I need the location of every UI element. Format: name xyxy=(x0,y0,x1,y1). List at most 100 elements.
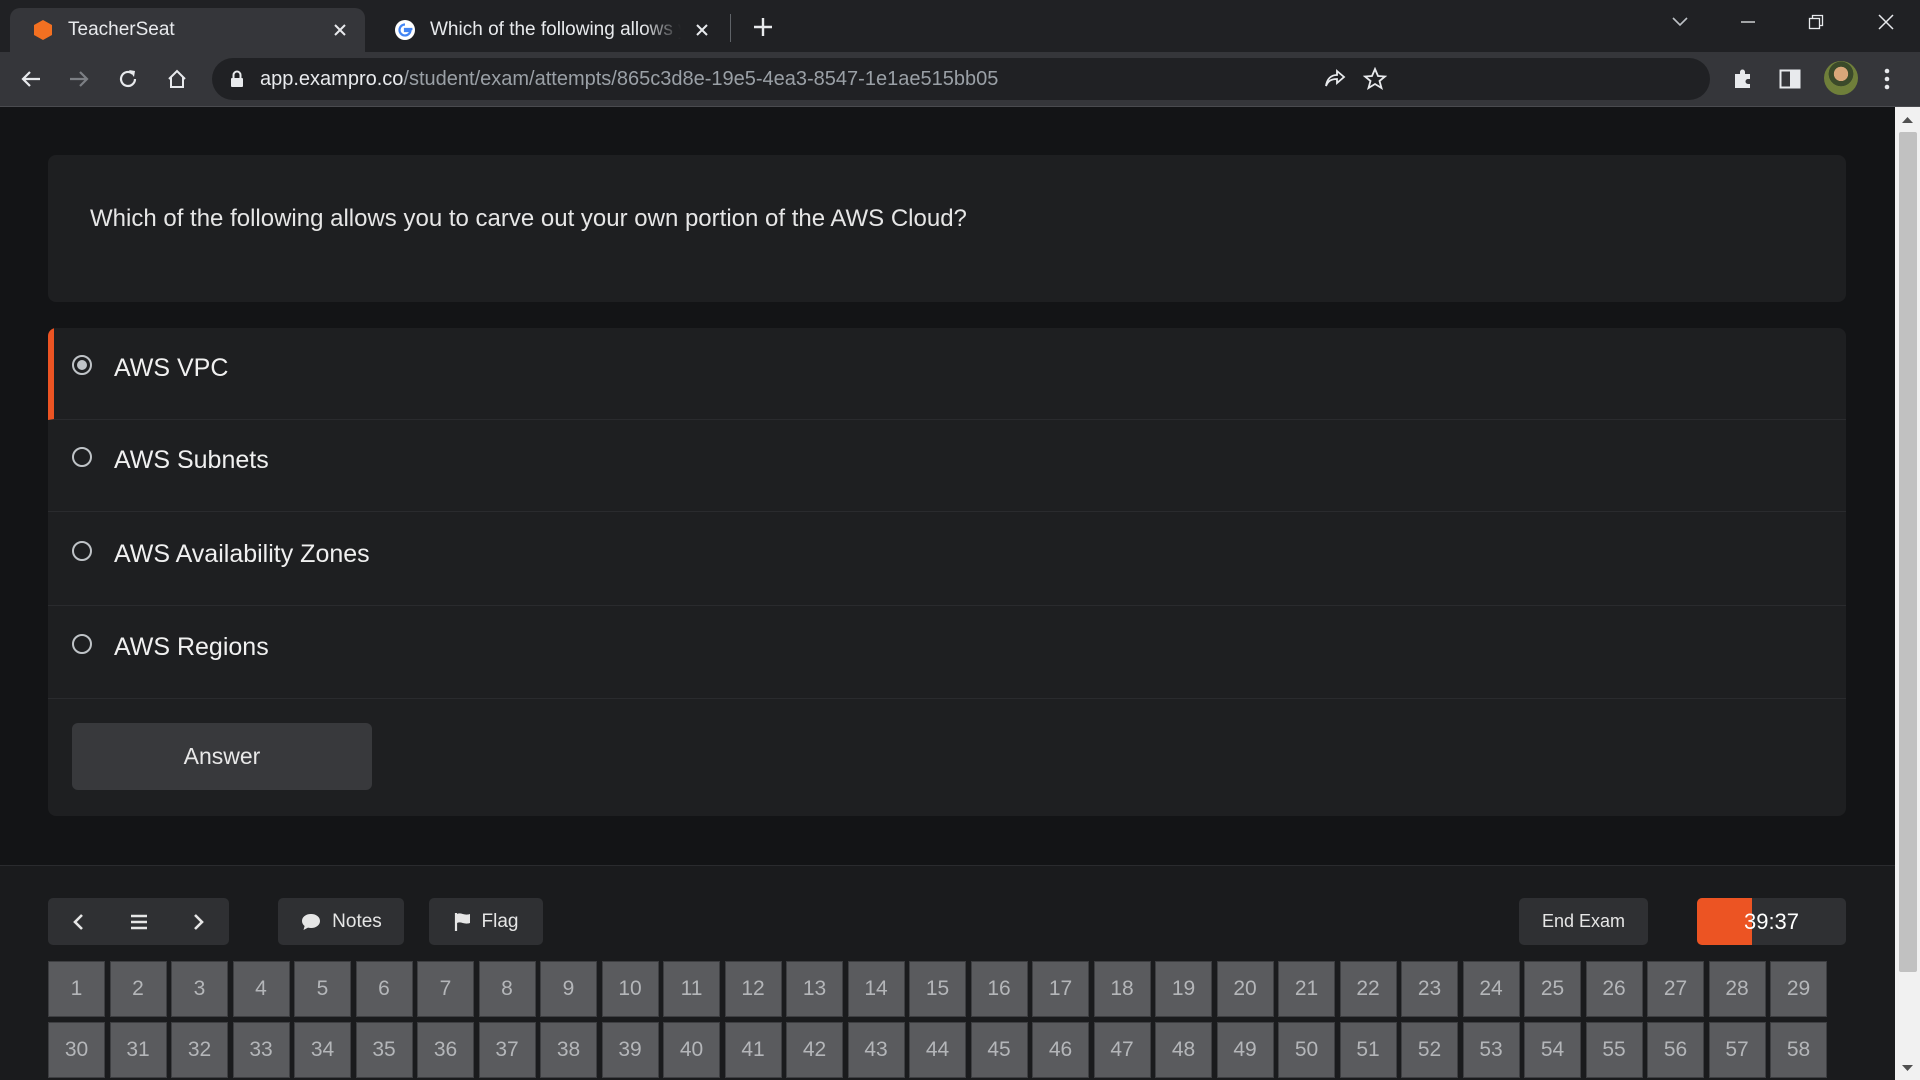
question-number-button[interactable]: 29 xyxy=(1770,961,1827,1017)
question-number-button[interactable]: 48 xyxy=(1155,1022,1212,1078)
tab-google-search[interactable]: Which of the following allows you to car… xyxy=(372,8,727,52)
question-number-button[interactable]: 2 xyxy=(109,961,167,1017)
close-icon[interactable] xyxy=(691,19,713,41)
question-number-button[interactable]: 56 xyxy=(1647,1022,1704,1078)
tab-search-chevron-icon[interactable] xyxy=(1660,6,1700,38)
question-number-button[interactable]: 51 xyxy=(1339,1022,1397,1078)
question-number-button[interactable]: 41 xyxy=(724,1022,782,1078)
home-icon[interactable] xyxy=(162,64,192,94)
question-number-button[interactable]: 43 xyxy=(847,1022,905,1078)
question-number-button[interactable]: 6 xyxy=(355,961,413,1017)
question-number-button[interactable]: 4 xyxy=(232,961,290,1017)
close-icon[interactable] xyxy=(329,19,351,41)
question-number-button[interactable]: 54 xyxy=(1524,1022,1581,1078)
question-number-button[interactable]: 31 xyxy=(109,1022,167,1078)
question-number-button[interactable]: 38 xyxy=(540,1022,597,1078)
question-number-button[interactable]: 9 xyxy=(540,961,597,1017)
next-question-chevron-right-icon[interactable] xyxy=(169,898,229,945)
question-number-button[interactable]: 35 xyxy=(355,1022,413,1078)
question-number-button[interactable]: 55 xyxy=(1585,1022,1643,1078)
question-number-button[interactable]: 19 xyxy=(1155,961,1212,1017)
question-number-button[interactable]: 22 xyxy=(1339,961,1397,1017)
question-number-button[interactable]: 45 xyxy=(970,1022,1028,1078)
minimize-icon[interactable] xyxy=(1728,6,1768,38)
flag-label: Flag xyxy=(481,910,519,932)
question-number-button[interactable]: 23 xyxy=(1401,961,1458,1017)
question-number-button[interactable]: 16 xyxy=(970,961,1028,1017)
question-number-button[interactable]: 11 xyxy=(663,961,720,1017)
answer-option-aws-vpc[interactable]: AWS VPC xyxy=(48,328,1846,420)
address-bar[interactable]: app.exampro.co/student/exam/attempts/865… xyxy=(212,58,1710,100)
answer-option-aws-regions[interactable]: AWS Regions xyxy=(48,607,1846,699)
scroll-down-arrow-icon[interactable] xyxy=(1900,1062,1915,1074)
question-number-button[interactable]: 18 xyxy=(1093,961,1151,1017)
radio-button[interactable] xyxy=(72,447,92,467)
question-number-button[interactable]: 7 xyxy=(417,961,474,1017)
profile-avatar[interactable] xyxy=(1824,61,1858,95)
extensions-puzzle-icon[interactable] xyxy=(1728,64,1758,94)
question-number-button[interactable]: 8 xyxy=(478,961,536,1017)
scrollbar-thumb[interactable] xyxy=(1899,132,1917,972)
previous-question-chevron-left-icon[interactable] xyxy=(48,898,108,945)
radio-button[interactable] xyxy=(72,634,92,654)
question-number-button[interactable]: 28 xyxy=(1708,961,1766,1017)
radio-button-selected[interactable] xyxy=(72,355,92,375)
question-number-button[interactable]: 39 xyxy=(601,1022,659,1078)
share-icon[interactable] xyxy=(1320,64,1350,94)
question-number-button[interactable]: 37 xyxy=(478,1022,536,1078)
question-number-button[interactable]: 40 xyxy=(663,1022,720,1078)
question-number-button[interactable]: 27 xyxy=(1647,961,1704,1017)
question-number-button[interactable]: 57 xyxy=(1708,1022,1766,1078)
notes-button[interactable]: Notes xyxy=(278,898,404,945)
question-number-button[interactable]: 36 xyxy=(417,1022,474,1078)
question-number-button[interactable]: 58 xyxy=(1770,1022,1827,1078)
reload-icon[interactable] xyxy=(113,64,143,94)
question-number-button[interactable]: 47 xyxy=(1093,1022,1151,1078)
question-number-button[interactable]: 52 xyxy=(1401,1022,1458,1078)
question-number-button[interactable]: 13 xyxy=(786,961,843,1017)
question-number-button[interactable]: 15 xyxy=(909,961,966,1017)
window-close-icon[interactable] xyxy=(1866,6,1906,38)
restore-icon[interactable] xyxy=(1796,6,1836,38)
bookmark-star-icon[interactable] xyxy=(1360,64,1390,94)
question-number-button[interactable]: 33 xyxy=(232,1022,290,1078)
question-number-button[interactable]: 17 xyxy=(1032,961,1089,1017)
question-number-button[interactable]: 25 xyxy=(1524,961,1581,1017)
question-number-button[interactable]: 3 xyxy=(171,961,228,1017)
scroll-up-arrow-icon[interactable] xyxy=(1900,114,1915,126)
question-number-button[interactable]: 42 xyxy=(786,1022,843,1078)
question-number-button[interactable]: 10 xyxy=(601,961,659,1017)
question-number-button[interactable]: 49 xyxy=(1216,1022,1274,1078)
question-number-button[interactable]: 14 xyxy=(847,961,905,1017)
question-number-button[interactable]: 32 xyxy=(171,1022,228,1078)
forward-arrow-icon[interactable] xyxy=(64,64,94,94)
question-number-button[interactable]: 24 xyxy=(1462,961,1520,1017)
question-number-button[interactable]: 46 xyxy=(1032,1022,1089,1078)
side-panel-icon[interactable] xyxy=(1775,64,1805,94)
answer-button[interactable]: Answer xyxy=(72,723,372,790)
question-number-button[interactable]: 12 xyxy=(724,961,782,1017)
question-nav-group xyxy=(48,898,229,945)
end-exam-button[interactable]: End Exam xyxy=(1519,898,1648,945)
back-arrow-icon[interactable] xyxy=(16,64,46,94)
answer-option-aws-subnets[interactable]: AWS Subnets xyxy=(48,420,1846,512)
question-list-menu-icon[interactable] xyxy=(109,898,169,945)
question-number-button[interactable]: 44 xyxy=(909,1022,966,1078)
new-tab-plus-icon[interactable] xyxy=(748,12,778,42)
answer-option-aws-availability-zones[interactable]: AWS Availability Zones xyxy=(48,514,1846,606)
question-number-button[interactable]: 34 xyxy=(294,1022,351,1078)
url-path: /student/exam/attempts/865c3d8e-19e5-4ea… xyxy=(403,68,999,90)
tab-teacherseat[interactable]: TeacherSeat xyxy=(10,8,365,52)
question-number-button[interactable]: 20 xyxy=(1216,961,1274,1017)
flag-button[interactable]: Flag xyxy=(429,898,543,945)
radio-button[interactable] xyxy=(72,541,92,561)
question-number-button[interactable]: 5 xyxy=(294,961,351,1017)
tab-title: Which of the following allows you to car… xyxy=(430,19,681,40)
question-number-button[interactable]: 26 xyxy=(1585,961,1643,1017)
question-number-button[interactable]: 53 xyxy=(1462,1022,1520,1078)
question-number-button[interactable]: 50 xyxy=(1278,1022,1335,1078)
question-number-button[interactable]: 21 xyxy=(1278,961,1335,1017)
question-number-button[interactable]: 30 xyxy=(48,1022,105,1078)
question-number-button[interactable]: 1 xyxy=(48,961,105,1017)
kebab-menu-icon[interactable] xyxy=(1872,64,1902,94)
